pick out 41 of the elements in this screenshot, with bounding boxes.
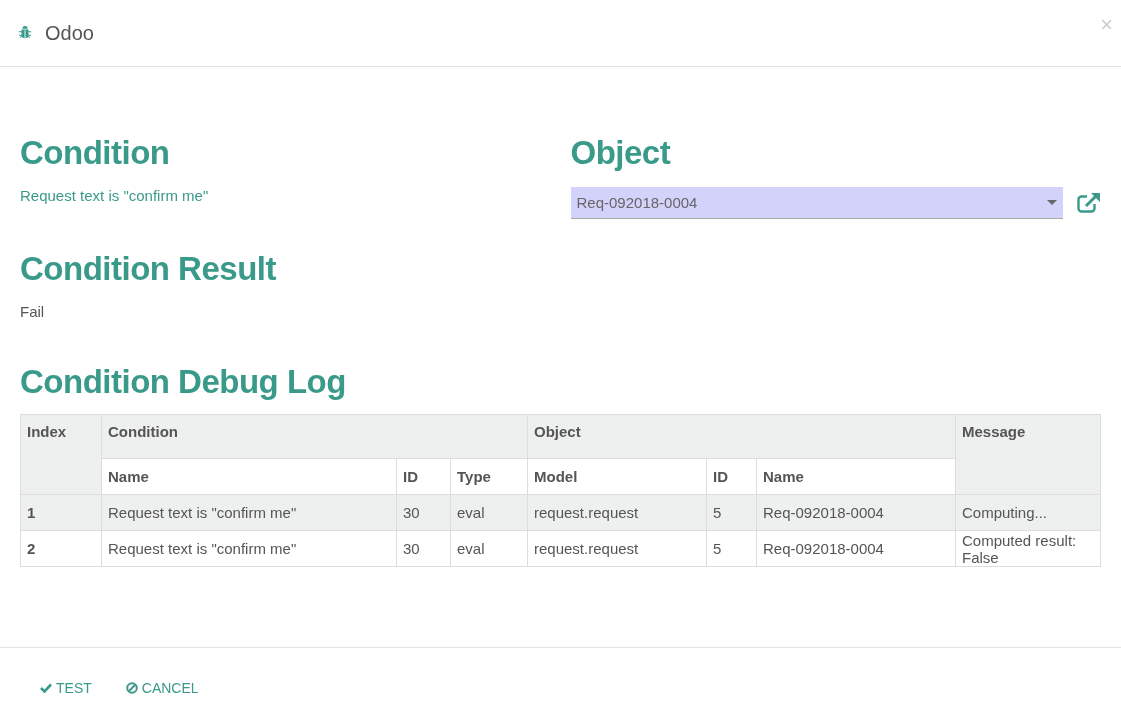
table-cell: request.request — [527, 530, 707, 567]
ban-icon — [125, 682, 138, 694]
section-heading: Condition Result — [20, 249, 276, 289]
check-icon — [40, 683, 52, 693]
dialog-title: Odoo — [45, 21, 94, 45]
table-cell: 5 — [706, 494, 757, 531]
column-header: ID — [396, 458, 451, 495]
condition-text: Request text is "confirm me" — [20, 187, 209, 204]
table-cell: Computed result: False — [955, 530, 1101, 567]
column-header: Condition — [101, 414, 528, 459]
column-header: Model — [527, 458, 707, 495]
table-cell: Req-092018-0004 — [756, 530, 956, 567]
result-text: Fail — [20, 303, 45, 320]
table-cell: Req-092018-0004 — [756, 494, 956, 531]
bug-icon — [18, 26, 32, 40]
table-cell: Request text is "confirm me" — [101, 494, 397, 531]
table-cell: 2 — [20, 530, 102, 567]
column-header: ID — [706, 458, 757, 495]
column-header: Name — [101, 458, 397, 495]
table-cell: 30 — [396, 494, 451, 531]
column-header: Message — [955, 414, 1101, 495]
table-cell: eval — [450, 530, 528, 567]
table-cell: Request text is "confirm me" — [101, 530, 397, 567]
test-button[interactable]: TEST — [30, 674, 102, 702]
external-link-icon[interactable] — [1077, 192, 1101, 214]
object-select[interactable]: Req-092018-0004 — [570, 187, 1063, 219]
section-heading: Condition Debug Log — [20, 362, 346, 402]
section-heading: Condition — [20, 133, 170, 173]
table-cell: 30 — [396, 530, 451, 567]
table-cell: 1 — [20, 494, 102, 531]
column-header: Type — [450, 458, 528, 495]
column-header: Object — [527, 414, 956, 459]
section-heading: Object — [570, 133, 671, 173]
column-header: Name — [756, 458, 956, 495]
table-cell: request.request — [527, 494, 707, 531]
cancel-button[interactable]: CANCEL — [115, 674, 209, 702]
column-header: Index — [20, 414, 102, 495]
table-cell: eval — [450, 494, 528, 531]
table-cell: 5 — [706, 530, 757, 567]
caret-icon — [1047, 200, 1057, 205]
table-cell: Computing... — [955, 494, 1101, 531]
